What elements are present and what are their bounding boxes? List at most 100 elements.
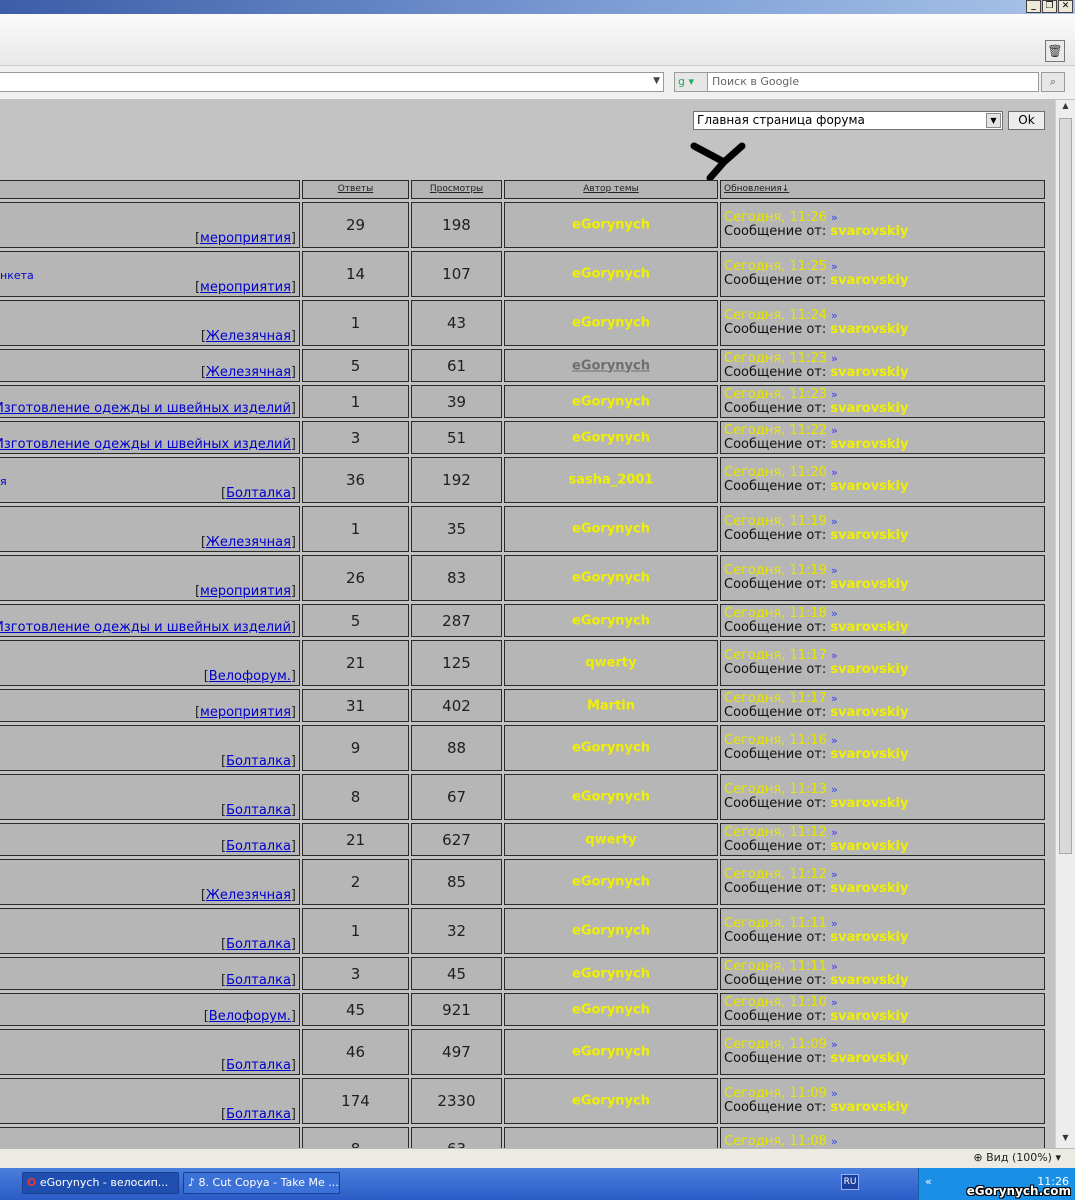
scroll-down-icon[interactable]: ▼	[1059, 1133, 1072, 1147]
go-to-post-icon[interactable]: »	[831, 515, 838, 528]
category-link[interactable]: Болталка	[226, 754, 291, 769]
author-link[interactable]: eGorynych	[505, 218, 717, 233]
go-to-post-icon[interactable]: »	[831, 309, 838, 322]
last-poster-link[interactable]: svarovskiy	[830, 620, 908, 635]
header-updates[interactable]: Обновления↓	[720, 180, 1045, 199]
go-to-post-icon[interactable]: »	[831, 996, 838, 1009]
last-poster-link[interactable]: svarovskiy	[830, 662, 908, 677]
go-to-post-icon[interactable]: »	[831, 466, 838, 479]
author-link[interactable]: Martin	[505, 698, 717, 713]
category-link[interactable]: Изготовление одежды и швейных изделий	[0, 401, 291, 416]
category-link[interactable]: Болталка	[226, 1107, 291, 1122]
category-link[interactable]: Болталка	[226, 486, 291, 501]
last-poster-link[interactable]: svarovskiy	[830, 273, 908, 288]
go-to-post-icon[interactable]: »	[831, 826, 838, 839]
author-link[interactable]: eGorynych	[505, 571, 717, 586]
go-to-post-icon[interactable]: »	[831, 211, 838, 224]
go-to-post-icon[interactable]: »	[831, 917, 838, 930]
author-link[interactable]: eGorynych	[505, 430, 717, 445]
author-link[interactable]: sasha_2001	[505, 473, 717, 488]
header-views[interactable]: Просмотры	[411, 180, 502, 199]
forum-jump-select[interactable]: Главная страница форума ▼	[693, 111, 1003, 130]
go-to-post-icon[interactable]: »	[831, 607, 838, 620]
category-link[interactable]: Велофорум.	[209, 669, 291, 684]
last-poster-link[interactable]: svarovskiy	[830, 930, 908, 945]
go-to-post-icon[interactable]: »	[831, 692, 838, 705]
last-poster-link[interactable]: svarovskiy	[830, 796, 908, 811]
go-to-post-icon[interactable]: »	[831, 260, 838, 273]
go-to-post-icon[interactable]: »	[831, 649, 838, 662]
author-link[interactable]: eGorynych	[505, 741, 717, 756]
go-to-post-icon[interactable]: »	[831, 868, 838, 881]
category-link[interactable]: Велофорум.	[209, 1009, 291, 1024]
author-link[interactable]: eGorynych	[505, 1094, 717, 1109]
last-poster-link[interactable]: svarovskiy	[830, 528, 908, 543]
author-link[interactable]: eGorynych	[505, 394, 717, 409]
last-poster-link[interactable]: svarovskiy	[830, 401, 908, 416]
last-poster-link[interactable]: svarovskiy	[830, 322, 908, 337]
last-poster-link[interactable]: svarovskiy	[830, 479, 908, 494]
last-poster-link[interactable]: svarovskiy	[830, 1009, 908, 1024]
address-bar[interactable]: ▼	[0, 72, 664, 92]
scrollbar-thumb[interactable]	[1059, 118, 1072, 854]
go-to-post-icon[interactable]: »	[831, 1087, 838, 1100]
header-author[interactable]: Автор темы	[504, 180, 718, 199]
author-link[interactable]: eGorynych	[505, 875, 717, 890]
category-link[interactable]: Болталка	[226, 839, 291, 854]
author-link[interactable]: eGorynych	[505, 358, 717, 373]
vertical-scrollbar[interactable]: ▲ ▼	[1055, 100, 1075, 1148]
last-poster-link[interactable]: svarovskiy	[830, 881, 908, 896]
ok-button[interactable]: Ok	[1008, 111, 1045, 130]
trash-icon[interactable]: 🗑	[1045, 40, 1065, 62]
category-link[interactable]: Болталка	[226, 1058, 291, 1073]
last-poster-link[interactable]: svarovskiy	[830, 365, 908, 380]
search-icon[interactable]: ⌕	[1041, 72, 1065, 92]
last-poster-link[interactable]: svarovskiy	[830, 1051, 908, 1066]
last-poster-link[interactable]: svarovskiy	[830, 224, 908, 239]
category-link[interactable]: мероприятия	[200, 231, 291, 246]
window-titlebar[interactable]: _ ❐ ✕	[0, 0, 1075, 14]
last-poster-link[interactable]: svarovskiy	[830, 577, 908, 592]
author-link[interactable]: eGorynych	[505, 1002, 717, 1017]
search-input[interactable]: Поиск в Google	[707, 72, 1039, 92]
scroll-up-icon[interactable]: ▲	[1059, 101, 1072, 115]
author-link[interactable]: qwerty	[505, 656, 717, 671]
last-poster-link[interactable]: svarovskiy	[830, 747, 908, 762]
minimize-button[interactable]: _	[1026, 0, 1041, 13]
search-engine-icon[interactable]: g ▾	[674, 72, 708, 92]
language-indicator[interactable]: RU	[841, 1174, 859, 1190]
last-poster-link[interactable]: svarovskiy	[830, 839, 908, 854]
category-link[interactable]: Болталка	[226, 937, 291, 952]
chevron-down-icon[interactable]: ▼	[986, 113, 1001, 128]
category-link[interactable]: Железячная	[206, 365, 291, 380]
category-link[interactable]: Болталка	[226, 803, 291, 818]
author-link[interactable]: eGorynych	[505, 613, 717, 628]
author-link[interactable]: eGorynych	[505, 966, 717, 981]
author-link[interactable]: qwerty	[505, 832, 717, 847]
category-link[interactable]: мероприятия	[200, 705, 291, 720]
category-link[interactable]: мероприятия	[200, 280, 291, 295]
go-to-post-icon[interactable]: »	[831, 388, 838, 401]
go-to-post-icon[interactable]: »	[831, 564, 838, 577]
go-to-post-icon[interactable]: »	[831, 783, 838, 796]
go-to-post-icon[interactable]: »	[831, 424, 838, 437]
author-link[interactable]: eGorynych	[505, 924, 717, 939]
go-to-post-icon[interactable]: »	[831, 960, 838, 973]
zoom-control[interactable]: ⊕ Вид (100%) ▾	[973, 1151, 1061, 1164]
author-link[interactable]: eGorynych	[505, 522, 717, 537]
last-poster-link[interactable]: svarovskiy	[830, 1100, 908, 1115]
category-link[interactable]: Изготовление одежды и швейных изделий	[0, 437, 291, 452]
restore-button[interactable]: ❐	[1042, 0, 1057, 13]
author-link[interactable]: eGorynych	[505, 1045, 717, 1060]
go-to-post-icon[interactable]: »	[831, 1038, 838, 1051]
author-link[interactable]: eGorynych	[505, 790, 717, 805]
task-player[interactable]: ♪ 8. Cut Copya - Take Me ...	[183, 1172, 340, 1194]
category-link[interactable]: Железячная	[206, 329, 291, 344]
category-link[interactable]: Болталка	[226, 973, 291, 988]
last-poster-link[interactable]: svarovskiy	[830, 705, 908, 720]
task-browser[interactable]: O eGorynych - велосип...	[22, 1172, 179, 1194]
go-to-post-icon[interactable]: »	[831, 734, 838, 747]
last-poster-link[interactable]: svarovskiy	[830, 973, 908, 988]
tray-expand-icon[interactable]: «	[925, 1175, 932, 1188]
last-poster-link[interactable]: svarovskiy	[830, 437, 908, 452]
